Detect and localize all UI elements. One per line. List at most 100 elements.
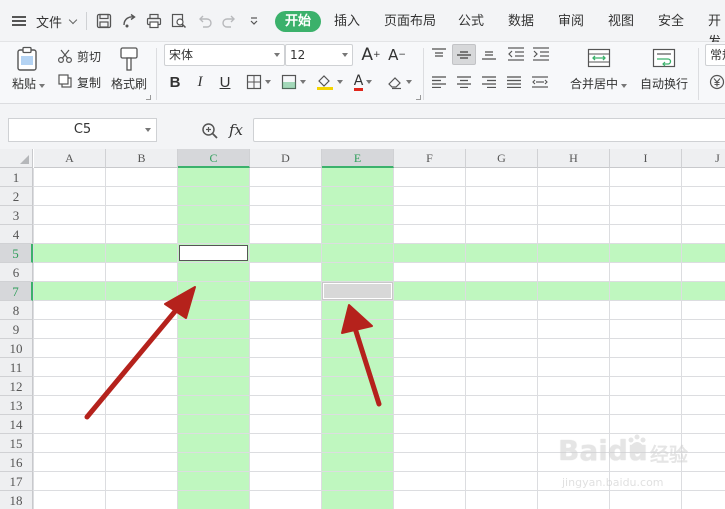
row-header-18[interactable]: 18 (0, 491, 33, 509)
chevron-down-icon (621, 84, 628, 88)
tab-security[interactable]: 安全 (658, 11, 684, 32)
currency-icon[interactable] (708, 73, 725, 91)
underline-button[interactable]: U (216, 72, 234, 92)
chevron-down-icon (264, 80, 271, 84)
file-menu[interactable]: 文件 (12, 11, 78, 31)
align-bottom-icon[interactable] (480, 45, 498, 63)
eraser-icon (387, 77, 401, 90)
export-icon[interactable] (120, 12, 138, 30)
fill-color-button[interactable] (314, 72, 344, 92)
distributed-align-icon[interactable] (530, 73, 550, 91)
tab-view[interactable]: 视图 (608, 11, 634, 32)
copy-button[interactable]: 复制 (77, 74, 101, 91)
borders-button[interactable] (243, 72, 273, 92)
grow-font-button[interactable]: A + (360, 45, 382, 65)
merge-center-button[interactable]: 合并居中 (570, 75, 628, 92)
column-header-i[interactable]: I (610, 149, 682, 168)
scissors-icon (57, 48, 73, 64)
save-icon[interactable] (95, 12, 113, 30)
cut-button[interactable]: 剪切 (77, 48, 101, 65)
cell-style-button[interactable] (278, 72, 308, 92)
decrease-indent-icon[interactable] (507, 45, 525, 63)
paste-icon[interactable] (14, 46, 40, 72)
clipboard-launcher-icon[interactable] (146, 95, 151, 100)
borders-icon (246, 74, 261, 90)
paste-button[interactable]: 粘贴 (12, 75, 46, 92)
align-left-icon[interactable] (430, 73, 448, 91)
row-header-10[interactable]: 10 (0, 339, 33, 358)
row-header-6[interactable]: 6 (0, 263, 33, 282)
row-header-13[interactable]: 13 (0, 396, 33, 415)
row-header-12[interactable]: 12 (0, 377, 33, 396)
align-center-icon[interactable] (455, 73, 473, 91)
format-painter-button[interactable]: 格式刷 (111, 75, 147, 92)
row-header-1[interactable]: 1 (0, 168, 33, 187)
font-size-select[interactable]: 12 (285, 44, 353, 66)
column-header-j[interactable]: J (682, 149, 725, 168)
chevron-down-icon (39, 84, 46, 88)
justify-icon[interactable] (505, 73, 523, 91)
customize-toolbar-icon[interactable] (245, 12, 263, 30)
row-header-2[interactable]: 2 (0, 187, 33, 206)
row-header-9[interactable]: 9 (0, 320, 33, 339)
gridline-horizontal (33, 376, 725, 377)
merge-center-icon[interactable] (586, 46, 612, 70)
print-icon[interactable] (145, 12, 163, 30)
column-header-c[interactable]: C (178, 149, 250, 168)
redo-icon[interactable] (220, 12, 238, 30)
align-right-icon[interactable] (480, 73, 498, 91)
row-header-17[interactable]: 17 (0, 472, 33, 491)
column-header-d[interactable]: D (250, 149, 322, 168)
tab-home[interactable]: 开始 (275, 11, 322, 32)
tab-review[interactable]: 审阅 (558, 11, 584, 32)
chevron-down-icon (299, 80, 306, 84)
print-preview-icon[interactable] (170, 12, 188, 30)
wrap-text-icon[interactable] (651, 46, 677, 70)
gridline-horizontal (33, 224, 725, 225)
formula-input[interactable] (253, 118, 725, 142)
row-header-16[interactable]: 16 (0, 453, 33, 472)
insert-function-button[interactable]: fx (229, 121, 243, 139)
row-header-11[interactable]: 11 (0, 358, 33, 377)
name-box[interactable]: C5 (8, 118, 157, 142)
align-middle-icon[interactable] (452, 44, 476, 65)
font-name-select[interactable]: 宋体 (164, 44, 285, 66)
tab-insert[interactable]: 插入 (334, 11, 360, 32)
shrink-font-button[interactable]: A − (386, 45, 408, 65)
italic-button[interactable]: I (191, 72, 209, 92)
column-header-h[interactable]: H (538, 149, 610, 168)
row-header-8[interactable]: 8 (0, 301, 33, 320)
clear-button[interactable] (384, 72, 414, 92)
tab-page-layout[interactable]: 页面布局 (384, 11, 436, 32)
column-header-f[interactable]: F (394, 149, 466, 168)
row-header-7[interactable]: 7 (0, 282, 33, 301)
tab-formulas[interactable]: 公式 (458, 11, 484, 32)
select-all-corner[interactable] (0, 149, 33, 168)
tab-developer[interactable]: 开发 (708, 11, 725, 50)
number-format-select[interactable]: 常规 (705, 44, 725, 66)
bold-button[interactable]: B (166, 72, 184, 92)
font-color-button[interactable]: A (350, 72, 376, 92)
font-launcher-icon[interactable] (416, 95, 421, 100)
row-header-4[interactable]: 4 (0, 225, 33, 244)
row-header-14[interactable]: 14 (0, 415, 33, 434)
increase-indent-icon[interactable] (532, 45, 550, 63)
column-header-g[interactable]: G (466, 149, 538, 168)
row-header-15[interactable]: 15 (0, 434, 33, 453)
column-header-b[interactable]: B (106, 149, 178, 168)
align-top-icon[interactable] (430, 45, 448, 63)
selected-cell[interactable] (322, 282, 393, 300)
row-header-3[interactable]: 3 (0, 206, 33, 225)
column-header-e[interactable]: E (322, 149, 394, 168)
number-format-value: 常规 (710, 48, 725, 62)
active-cell[interactable] (179, 245, 248, 261)
row-header-5[interactable]: 5 (0, 244, 33, 263)
zoom-search-icon[interactable] (201, 122, 219, 140)
format-painter-icon[interactable] (117, 46, 141, 72)
undo-icon[interactable] (196, 12, 214, 30)
merge-center-label: 合并居中 (570, 77, 619, 91)
tab-data[interactable]: 数据 (508, 11, 534, 32)
gridline-horizontal (33, 205, 725, 206)
column-header-a[interactable]: A (34, 149, 106, 168)
wrap-text-button[interactable]: 自动换行 (640, 75, 688, 92)
